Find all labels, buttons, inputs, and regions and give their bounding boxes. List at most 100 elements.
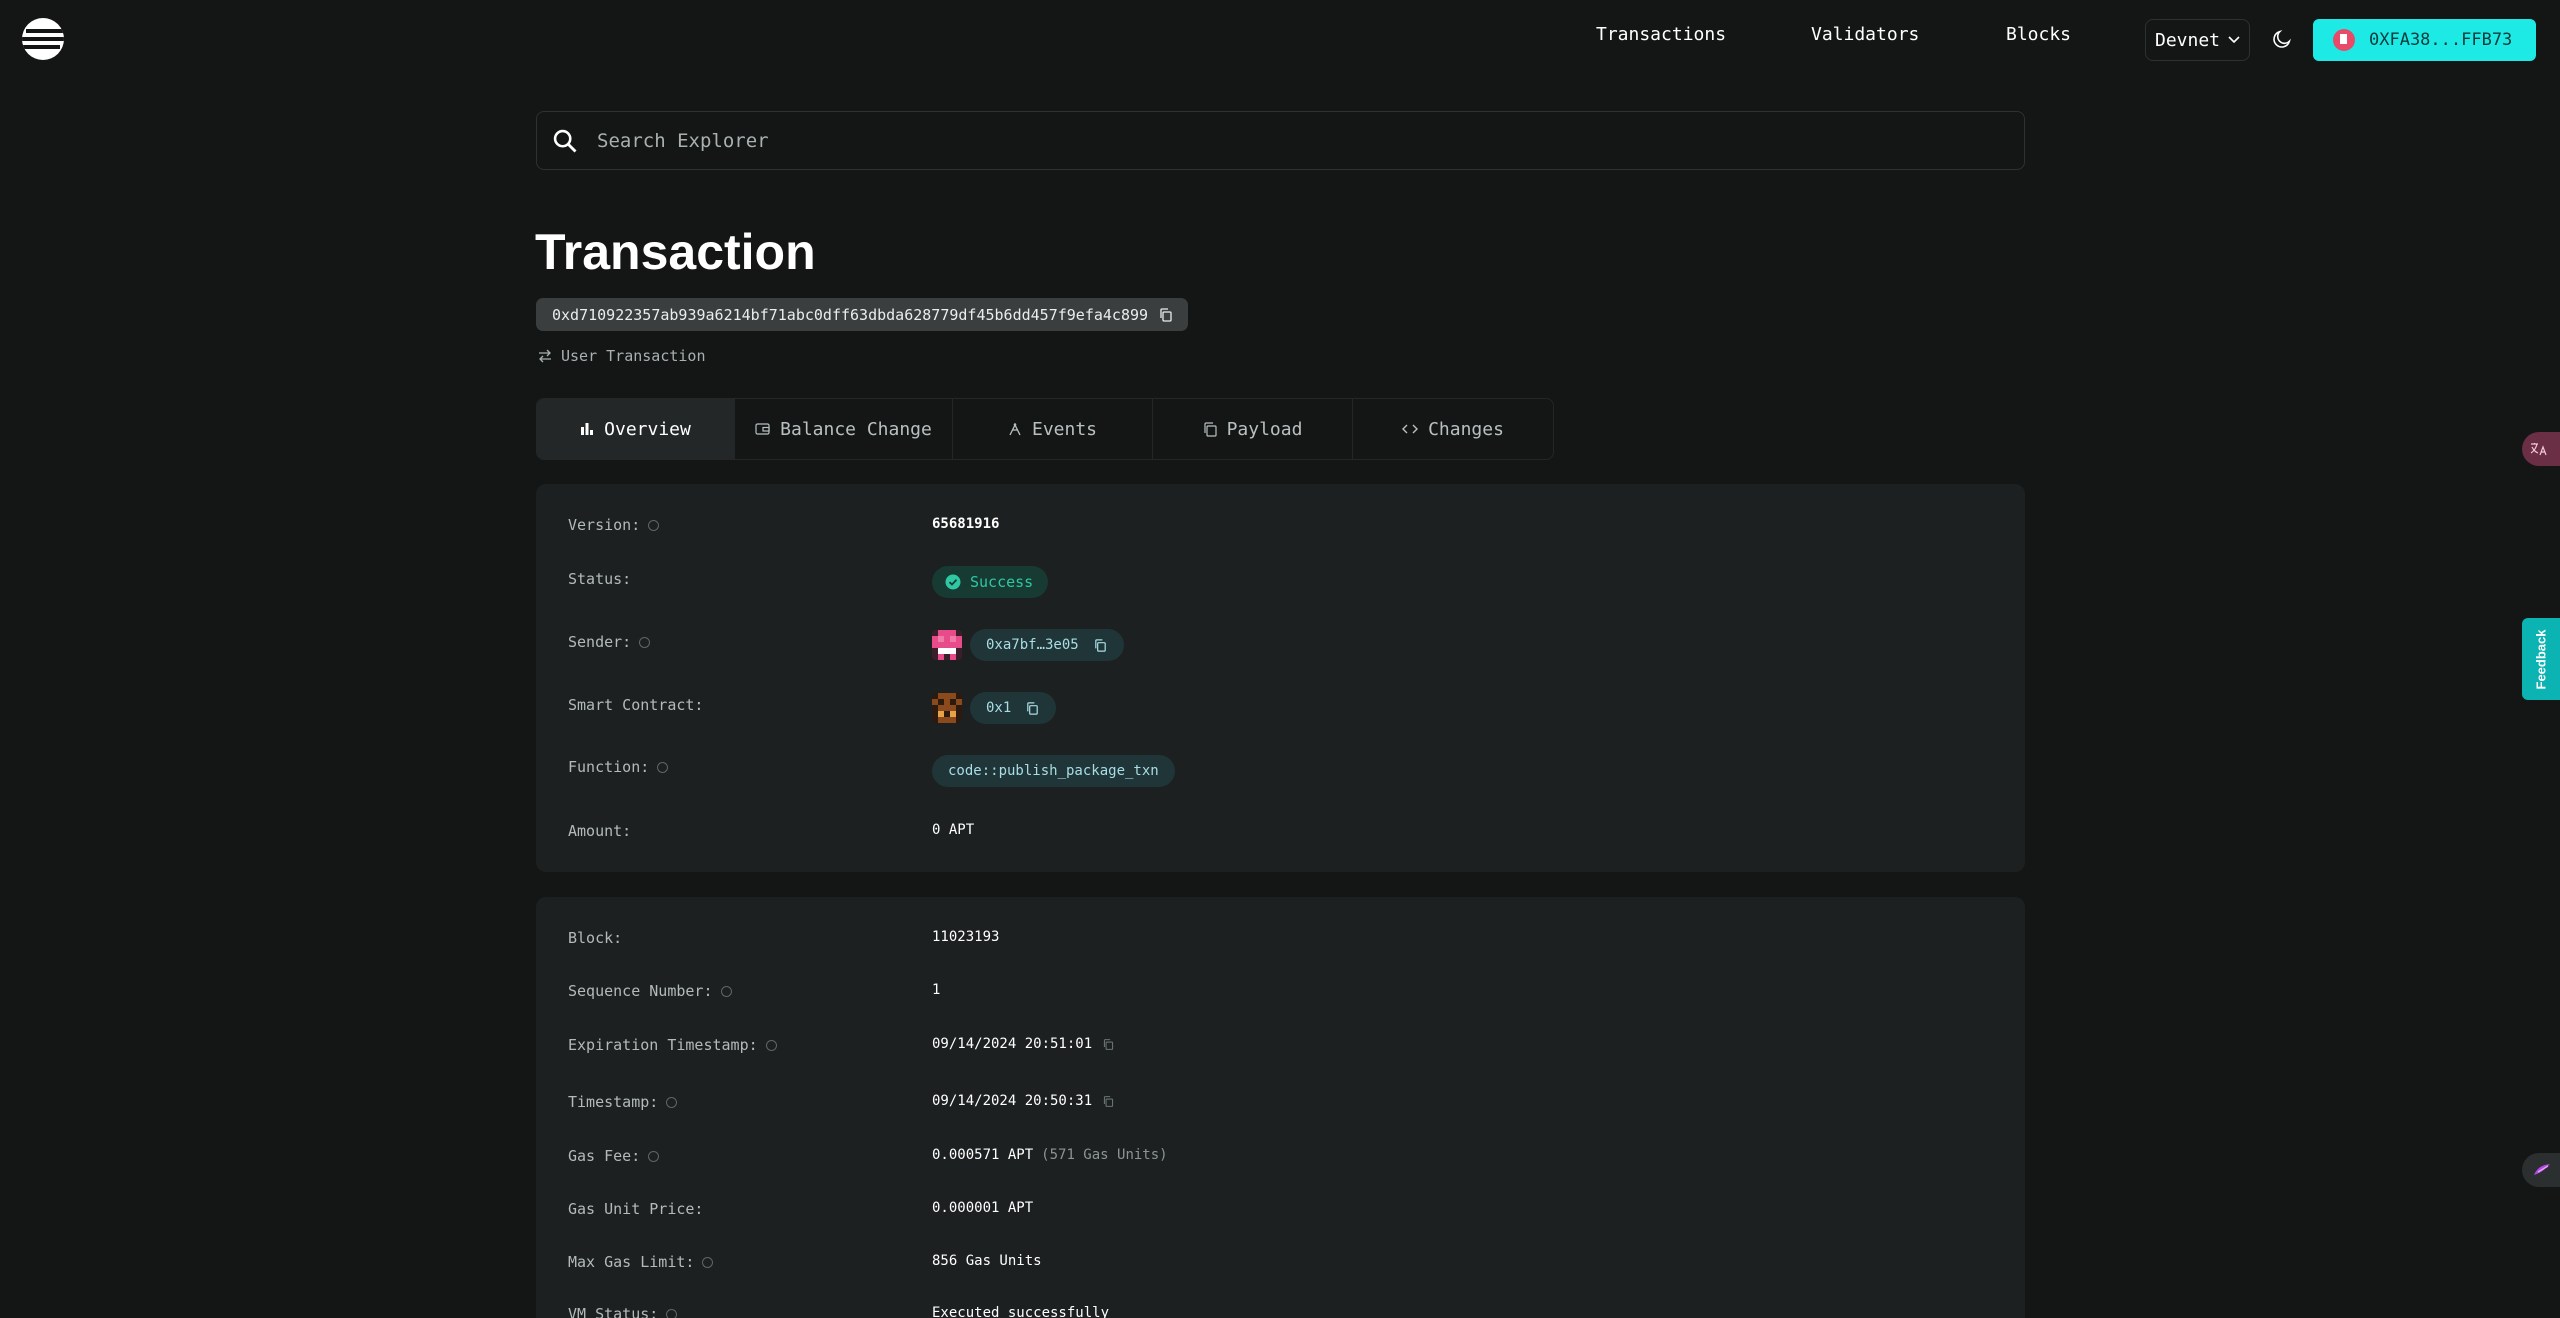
tab-balance-change[interactable]: Balance Change	[735, 399, 953, 459]
overview-card: Version: 65681916 Status: Success Sender…	[536, 484, 2025, 872]
info-icon[interactable]	[666, 1308, 678, 1318]
contract-avatar	[932, 693, 962, 723]
copy-icon[interactable]	[1102, 1038, 1115, 1051]
tab-payload-label: Payload	[1226, 418, 1303, 440]
gas-price-label-group: Gas Unit Price:	[568, 1200, 703, 1218]
gas-fee-label-group: Gas Fee:	[568, 1147, 660, 1165]
sender-label: Sender:	[568, 633, 632, 651]
sparkle-icon	[2534, 1164, 2550, 1175]
expiration-label-group: Expiration Timestamp:	[568, 1036, 777, 1054]
max-gas-label-group: Max Gas Limit:	[568, 1253, 714, 1271]
info-icon[interactable]	[657, 761, 669, 773]
status-text: Success	[970, 573, 1034, 591]
gas-unit-price-row: Gas Unit Price: 0.000001 APT	[568, 1200, 1988, 1224]
timestamp-value: 09/14/2024 20:50:31	[932, 1093, 1093, 1109]
gas-fee-value: 0.000571 APT	[932, 1147, 1034, 1163]
copy-icon[interactable]	[1093, 638, 1108, 653]
amount-label: Amount:	[568, 822, 632, 840]
max-gas-value: 856 Gas Units	[932, 1253, 1042, 1269]
translate-icon	[2530, 443, 2547, 456]
max-gas-label: Max Gas Limit:	[568, 1253, 695, 1271]
tab-payload[interactable]: Payload	[1153, 399, 1353, 459]
version-label: Version:	[568, 516, 641, 534]
wallet-button[interactable]: 0XFA38...FFB73	[2313, 19, 2536, 61]
amount-row: Amount: 0 APT	[568, 822, 1988, 846]
status-value: Success	[932, 566, 1049, 598]
sender-value: 0xa7bf…3e05	[932, 629, 1124, 661]
copy-icon[interactable]	[1158, 307, 1174, 323]
contract-address: 0x1	[986, 700, 1012, 716]
tab-overview[interactable]: Overview	[537, 399, 735, 459]
timestamp-row: Timestamp: 09/14/2024 20:50:31	[568, 1093, 1988, 1117]
network-select[interactable]: Devnet	[2145, 19, 2250, 61]
sequence-number-row: Sequence Number: 1	[568, 982, 1988, 1006]
tab-events[interactable]: Events	[953, 399, 1153, 459]
smart-contract-label: Smart Contract:	[568, 696, 704, 714]
swap-arrows-icon	[539, 349, 551, 363]
sender-address-chip[interactable]: 0xa7bf…3e05	[970, 629, 1124, 661]
info-icon[interactable]	[666, 1096, 678, 1108]
copy-icon[interactable]	[1102, 1095, 1115, 1108]
translate-widget[interactable]	[2522, 432, 2560, 466]
status-label-group: Status:	[568, 570, 631, 588]
expiration-value: 09/14/2024 20:51:01	[932, 1036, 1093, 1052]
gas-price-value: 0.000001 APT	[932, 1200, 1034, 1216]
smart-contract-row: Smart Contract: 0x1	[568, 692, 1988, 724]
sequence-label: Sequence Number:	[568, 982, 713, 1000]
wallet-address: 0XFA38...FFB73	[2369, 30, 2513, 50]
gas-fee-value-group: 0.000571 APT (571 Gas Units)	[932, 1147, 1168, 1163]
info-icon[interactable]	[720, 985, 732, 997]
search-input[interactable]	[597, 129, 1897, 152]
block-label: Block:	[568, 929, 623, 947]
version-row: Version: 65681916	[568, 516, 1988, 540]
gas-price-label: Gas Unit Price:	[568, 1200, 704, 1218]
block-row: Block: 11023193	[568, 929, 1988, 953]
tab-events-label: Events	[1031, 418, 1098, 440]
max-gas-limit-row: Max Gas Limit: 856 Gas Units	[568, 1253, 1988, 1277]
info-icon[interactable]	[648, 519, 660, 531]
aptos-logo[interactable]	[22, 18, 64, 60]
tab-changes[interactable]: Changes	[1353, 399, 1553, 459]
search-icon	[553, 129, 577, 152]
nav-validators[interactable]: Validators	[1811, 24, 1919, 45]
check-circle-icon	[945, 574, 961, 590]
contract-address-chip[interactable]: 0x1	[970, 692, 1057, 724]
tab-overview-label: Overview	[604, 418, 691, 440]
block-label-group: Block:	[568, 929, 622, 947]
sequence-value: 1	[932, 982, 941, 998]
tab-balance-change-label: Balance Change	[780, 418, 932, 440]
amount-label-group: Amount:	[568, 822, 631, 840]
nav-transactions[interactable]: Transactions	[1596, 24, 1726, 45]
chevron-down-icon	[2228, 36, 2240, 44]
version-label-group: Version:	[568, 516, 660, 534]
page-title: Transaction	[535, 224, 816, 280]
info-icon[interactable]	[765, 1039, 777, 1051]
feedback-tab[interactable]: Feedback	[2522, 618, 2560, 700]
block-link[interactable]: 11023193	[932, 929, 999, 945]
tab-bar: Overview Balance Change Events Payload C…	[536, 398, 1554, 460]
details-card: Block: 11023193 Sequence Number: 1 Expir…	[536, 897, 2025, 1318]
info-icon[interactable]	[702, 1256, 714, 1268]
assistant-widget[interactable]	[2522, 1153, 2560, 1187]
search-bar[interactable]	[536, 111, 2025, 170]
vm-status-label-group: VM Status:	[568, 1305, 678, 1318]
transaction-hash: 0xd710922357ab939a6214bf71abc0dff63dbda6…	[536, 298, 1189, 331]
wallet-icon	[755, 423, 770, 435]
top-header: Transactions Validators Blocks Devnet 0X…	[0, 0, 2560, 80]
expiration-label: Expiration Timestamp:	[568, 1036, 758, 1054]
sender-avatar	[932, 630, 962, 660]
nav-blocks[interactable]: Blocks	[2006, 24, 2071, 45]
gas-fee-label: Gas Fee:	[568, 1147, 641, 1165]
theme-toggle[interactable]	[2267, 24, 2297, 54]
expiration-timestamp-row: Expiration Timestamp: 09/14/2024 20:51:0…	[568, 1036, 1988, 1060]
status-label: Status:	[568, 570, 632, 588]
timestamp-label: Timestamp:	[568, 1093, 659, 1111]
info-icon[interactable]	[639, 636, 651, 648]
copy-icon[interactable]	[1025, 701, 1040, 716]
page: Transactions Validators Blocks Devnet 0X…	[0, 0, 2560, 1318]
wallet-avatar-icon	[2333, 29, 2355, 51]
status-row: Status: Success	[568, 566, 1988, 598]
payload-icon	[1203, 421, 1217, 437]
function-name: code::publish_package_txn	[948, 763, 1159, 779]
info-icon[interactable]	[648, 1150, 660, 1162]
